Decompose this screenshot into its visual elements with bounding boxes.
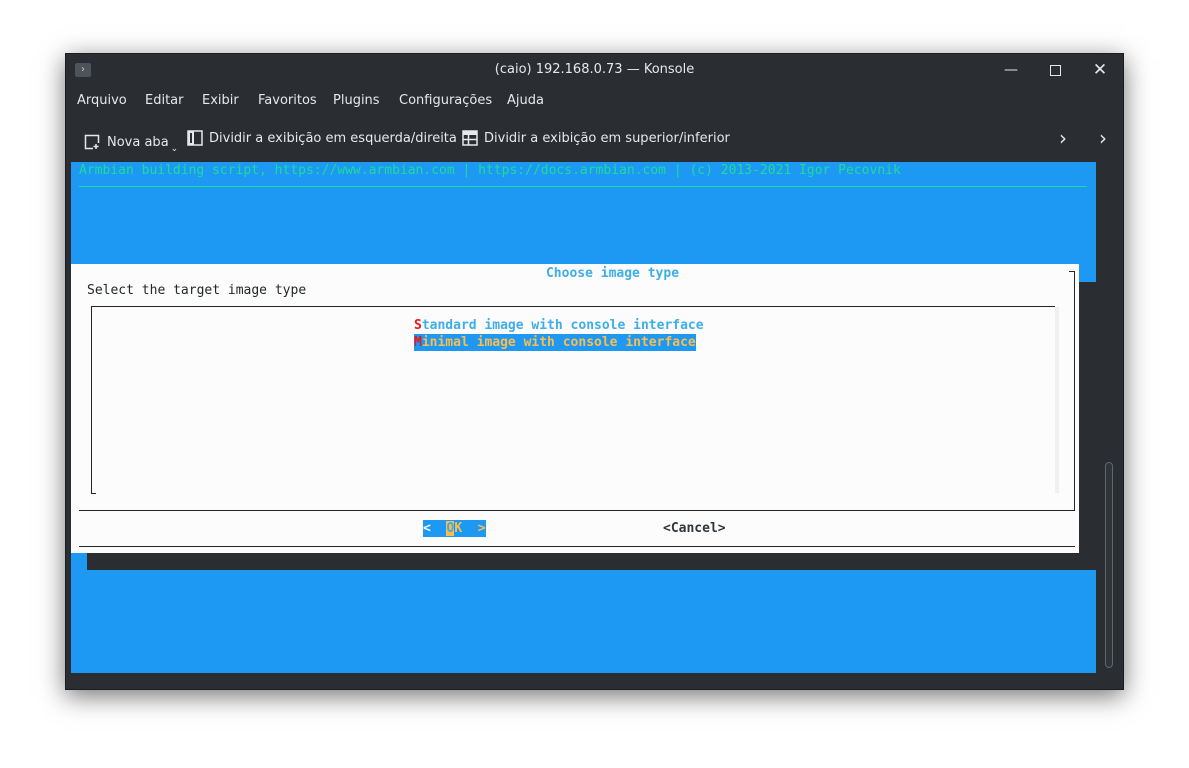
option-minimal-image[interactable]: Minimal image with console interface	[414, 334, 696, 351]
option-hotkey: M	[414, 335, 422, 350]
option-standard-image[interactable]: Standard image with console interface	[414, 317, 704, 334]
ok-button[interactable]: < OK >	[423, 520, 486, 537]
option-label: tandard image with console interface	[421, 318, 704, 333]
new-tab-button[interactable]: Nova aba ⌄	[84, 130, 178, 154]
title-bar[interactable]: › (caio) 192.168.0.73 — Konsole — ✕	[66, 54, 1123, 87]
menu-bar: Arquivo Editar Exibir Favoritos Plugins …	[66, 87, 1123, 117]
minimize-button[interactable]: —	[997, 58, 1025, 82]
split-vertical-icon	[187, 130, 203, 146]
image-type-dialog: Choose image type Select the target imag…	[71, 264, 1079, 553]
listbox-top-border	[91, 306, 1055, 307]
dialog-right-border	[1074, 272, 1075, 510]
menu-favoritos[interactable]: Favoritos	[258, 93, 317, 108]
menu-configuracoes[interactable]: Configurações	[399, 93, 492, 108]
cancel-button[interactable]: <Cancel>	[663, 520, 726, 537]
scrollbar-thumb[interactable]	[1105, 462, 1113, 668]
overflow-chevron-icon[interactable]: ›	[1099, 126, 1107, 150]
dialog-prompt: Select the target image type	[87, 283, 307, 298]
toolbar: Nova aba ⌄ Dividir a exibição em esquerd…	[66, 119, 1123, 159]
option-label: inimal image with console interface	[421, 335, 696, 350]
ok-label-rest: K >	[454, 521, 486, 536]
menu-exibir[interactable]: Exibir	[202, 93, 239, 108]
split-left-right-button[interactable]: Dividir a exibição em esquerda/direita	[187, 130, 457, 146]
konsole-window: › (caio) 192.168.0.73 — Konsole — ✕ Arqu…	[65, 53, 1124, 690]
terminal-view[interactable]: Armbian building script, https://www.arm…	[71, 162, 1096, 673]
split-top-bottom-button[interactable]: Dividir a exibição em superior/inferior	[462, 130, 730, 146]
window-title: (caio) 192.168.0.73 — Konsole	[494, 62, 695, 77]
dialog-title: Choose image type	[545, 266, 680, 281]
menu-arquivo[interactable]: Arquivo	[77, 93, 127, 108]
option-hotkey: S	[414, 318, 422, 333]
dialog-shadow	[87, 553, 1096, 570]
new-tab-label: Nova aba	[107, 134, 169, 150]
armbian-banner: Armbian building script, https://www.arm…	[79, 163, 901, 178]
maximize-icon	[1049, 64, 1061, 76]
close-button[interactable]: ✕	[1086, 58, 1114, 82]
listbox-corner	[91, 489, 96, 494]
menu-editar[interactable]: Editar	[145, 93, 184, 108]
maximize-button[interactable]	[1041, 58, 1069, 82]
new-tab-icon	[84, 134, 100, 150]
terminal-blue-bottom	[71, 552, 1096, 673]
minimize-icon: —	[1004, 62, 1018, 78]
chevron-right-icon[interactable]: ›	[1059, 126, 1067, 150]
chevron-down-icon[interactable]: ⌄	[171, 144, 179, 154]
split-horizontal-icon	[462, 130, 478, 146]
split-top-bottom-label: Dividir a exibição em superior/inferior	[484, 130, 730, 146]
menu-ajuda[interactable]: Ajuda	[507, 93, 544, 108]
ok-bracket-left: <	[423, 521, 447, 536]
dialog-bottom-border	[79, 546, 1075, 547]
banner-underline	[79, 186, 1087, 187]
close-icon: ✕	[1092, 60, 1108, 80]
dialog-shadow-right	[1079, 282, 1096, 553]
split-left-right-label: Dividir a exibição em esquerda/direita	[209, 130, 457, 146]
menu-plugins[interactable]: Plugins	[333, 93, 380, 108]
button-row-separator	[79, 510, 1075, 511]
listbox-right-shade	[1055, 307, 1059, 493]
